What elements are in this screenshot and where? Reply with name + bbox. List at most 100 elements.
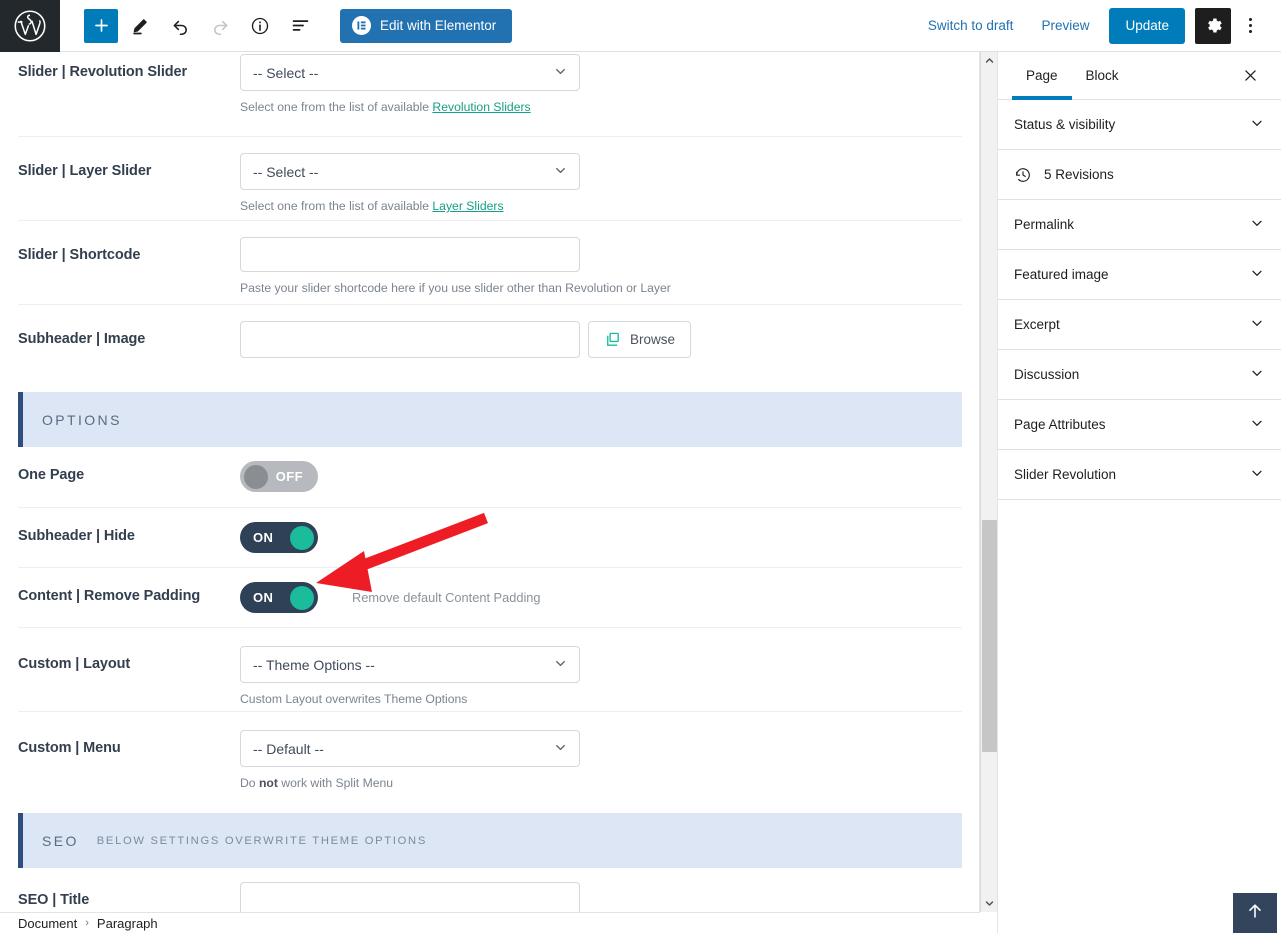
field-label: Slider | Layer Slider bbox=[18, 163, 152, 179]
page-settings-metabox: Slider | Revolution Slider -- Select -- … bbox=[0, 52, 980, 912]
media-library-icon bbox=[604, 331, 621, 348]
field-label: Subheader | Hide bbox=[18, 528, 135, 544]
select-value: -- Select -- bbox=[253, 64, 319, 81]
gear-icon[interactable] bbox=[1195, 7, 1231, 44]
preview-button[interactable]: Preview bbox=[1027, 8, 1103, 44]
slider-shortcode-input[interactable] bbox=[240, 237, 580, 272]
revisions-icon bbox=[1014, 166, 1032, 184]
toggle-with-note: ON Remove default Content Padding bbox=[240, 582, 962, 613]
hint-text: Select one from the list of available bbox=[240, 100, 433, 114]
scrollbar-thumb[interactable] bbox=[982, 520, 997, 752]
undo-icon[interactable] bbox=[162, 8, 198, 44]
field-row-custom-menu: Custom | Menu -- Default -- Do not work … bbox=[18, 711, 962, 795]
field-label: One Page bbox=[18, 467, 85, 483]
field-control: Paste your slider shortcode here if you … bbox=[240, 237, 962, 297]
hint-text: Do bbox=[240, 776, 259, 790]
tab-block[interactable]: Block bbox=[1072, 52, 1133, 99]
metabox-form: Slider | Revolution Slider -- Select -- … bbox=[0, 52, 979, 912]
toggle-state-label: OFF bbox=[275, 469, 303, 484]
toggle-knob bbox=[290, 585, 314, 610]
chevron-down-icon bbox=[553, 163, 568, 181]
toolbar-right-group: Switch to draft Preview Update bbox=[914, 7, 1281, 44]
sidebar-item-discussion[interactable]: Discussion bbox=[998, 350, 1281, 400]
panel-label: Excerpt bbox=[1014, 317, 1060, 332]
layer-slider-select[interactable]: -- Select -- bbox=[240, 153, 580, 190]
custom-layout-select[interactable]: -- Theme Options -- bbox=[240, 646, 580, 683]
editor-toolbar: Edit with Elementor Switch to draft Prev… bbox=[0, 0, 1281, 52]
field-control: Browse bbox=[240, 321, 962, 358]
scrollbar-up-arrow-icon[interactable] bbox=[981, 52, 998, 69]
seo-section-header: SEO BELOW SETTINGS OVERWRITE THEME OPTIO… bbox=[18, 813, 962, 868]
panel-label: Permalink bbox=[1014, 217, 1075, 232]
chevron-down-icon bbox=[1249, 415, 1265, 434]
panel-label: Discussion bbox=[1014, 367, 1080, 382]
edit-with-elementor-button[interactable]: Edit with Elementor bbox=[340, 8, 513, 43]
image-picker: Browse bbox=[240, 321, 962, 358]
custom-menu-select[interactable]: -- Default -- bbox=[240, 730, 580, 767]
update-button[interactable]: Update bbox=[1109, 7, 1185, 44]
sidebar-item-status-visibility[interactable]: Status & visibility bbox=[998, 100, 1281, 150]
content-remove-padding-toggle[interactable]: ON bbox=[240, 582, 318, 613]
panel-label: Status & visibility bbox=[1014, 117, 1116, 132]
sidebar-item-permalink[interactable]: Permalink bbox=[998, 200, 1281, 250]
chevron-down-icon bbox=[1249, 115, 1265, 134]
wordpress-logo-icon[interactable] bbox=[0, 0, 60, 52]
elementor-icon bbox=[352, 16, 371, 35]
sidebar-item-page-attributes[interactable]: Page Attributes bbox=[998, 400, 1281, 450]
chevron-down-icon bbox=[553, 656, 568, 674]
select-value: -- Select -- bbox=[253, 163, 319, 180]
revolution-slider-select[interactable]: -- Select -- bbox=[240, 54, 580, 91]
info-icon[interactable] bbox=[242, 8, 278, 44]
section-title: OPTIONS bbox=[42, 411, 122, 428]
list-view-icon[interactable] bbox=[282, 8, 318, 44]
subheader-hide-toggle[interactable]: ON bbox=[240, 522, 318, 553]
chevron-down-icon bbox=[553, 740, 568, 758]
switch-to-draft-button[interactable]: Switch to draft bbox=[914, 8, 1028, 44]
arrow-up-icon bbox=[1245, 901, 1265, 926]
more-options-icon[interactable] bbox=[1233, 8, 1267, 44]
one-page-toggle[interactable]: OFF bbox=[240, 461, 318, 492]
redo-icon[interactable] bbox=[202, 8, 238, 44]
field-row-subheader-image: Subheader | Image Browse bbox=[18, 304, 962, 374]
close-icon[interactable] bbox=[1233, 59, 1267, 93]
breadcrumb-separator: › bbox=[85, 917, 89, 929]
add-block-button[interactable] bbox=[84, 8, 118, 43]
section-subtitle: BELOW SETTINGS OVERWRITE THEME OPTIONS bbox=[96, 834, 427, 847]
sidebar-item-slider-revolution[interactable]: Slider Revolution bbox=[998, 450, 1281, 500]
tab-page[interactable]: Page bbox=[1012, 52, 1072, 100]
field-label: Slider | Shortcode bbox=[18, 247, 141, 263]
field-row-seo-title: SEO | Title bbox=[18, 868, 962, 912]
field-row-slider-shortcode: Slider | Shortcode Paste your slider sho… bbox=[18, 220, 962, 304]
field-control: ON Remove default Content Padding bbox=[240, 582, 962, 613]
settings-sidebar: Page Block Status & visibility 5 Revisio… bbox=[997, 52, 1281, 933]
sidebar-item-excerpt[interactable]: Excerpt bbox=[998, 300, 1281, 350]
subheader-image-input[interactable] bbox=[240, 321, 580, 358]
field-label: Custom | Menu bbox=[18, 740, 121, 756]
revolution-sliders-link[interactable]: Revolution Sliders bbox=[432, 100, 530, 114]
field-hint: Custom Layout overwrites Theme Options bbox=[240, 692, 468, 706]
field-hint: Paste your slider shortcode here if you … bbox=[240, 281, 671, 295]
field-control: -- Theme Options -- Custom Layout overwr… bbox=[240, 646, 962, 708]
browse-button[interactable]: Browse bbox=[588, 321, 692, 358]
field-control: ON bbox=[240, 522, 962, 553]
field-row-content-remove-padding: Content | Remove Padding ON Remove defau… bbox=[18, 567, 962, 627]
hint-bold: not bbox=[258, 776, 278, 790]
sidebar-tabs: Page Block bbox=[998, 52, 1281, 100]
scroll-to-top-button[interactable] bbox=[1233, 893, 1277, 933]
field-row-one-page: One Page OFF bbox=[18, 447, 962, 507]
chevron-down-icon bbox=[1249, 265, 1265, 284]
content-scrollbar[interactable] bbox=[980, 52, 997, 912]
toggle-knob bbox=[290, 525, 314, 550]
field-row-layer-slider: Slider | Layer Slider -- Select -- Selec… bbox=[18, 136, 962, 220]
field-row-revolution-slider: Slider | Revolution Slider -- Select -- … bbox=[18, 52, 962, 136]
seo-title-input[interactable] bbox=[240, 882, 580, 912]
pencil-icon[interactable] bbox=[122, 8, 158, 44]
panel-label: Slider Revolution bbox=[1014, 467, 1117, 482]
breadcrumb-item-document[interactable]: Document bbox=[18, 916, 77, 931]
layer-sliders-link[interactable]: Layer Sliders bbox=[432, 199, 503, 213]
toggle-state-label: ON bbox=[253, 590, 274, 605]
breadcrumb-item-paragraph[interactable]: Paragraph bbox=[97, 916, 158, 931]
sidebar-item-revisions[interactable]: 5 Revisions bbox=[998, 150, 1281, 200]
sidebar-item-featured-image[interactable]: Featured image bbox=[998, 250, 1281, 300]
scrollbar-down-arrow-icon[interactable] bbox=[981, 895, 998, 912]
